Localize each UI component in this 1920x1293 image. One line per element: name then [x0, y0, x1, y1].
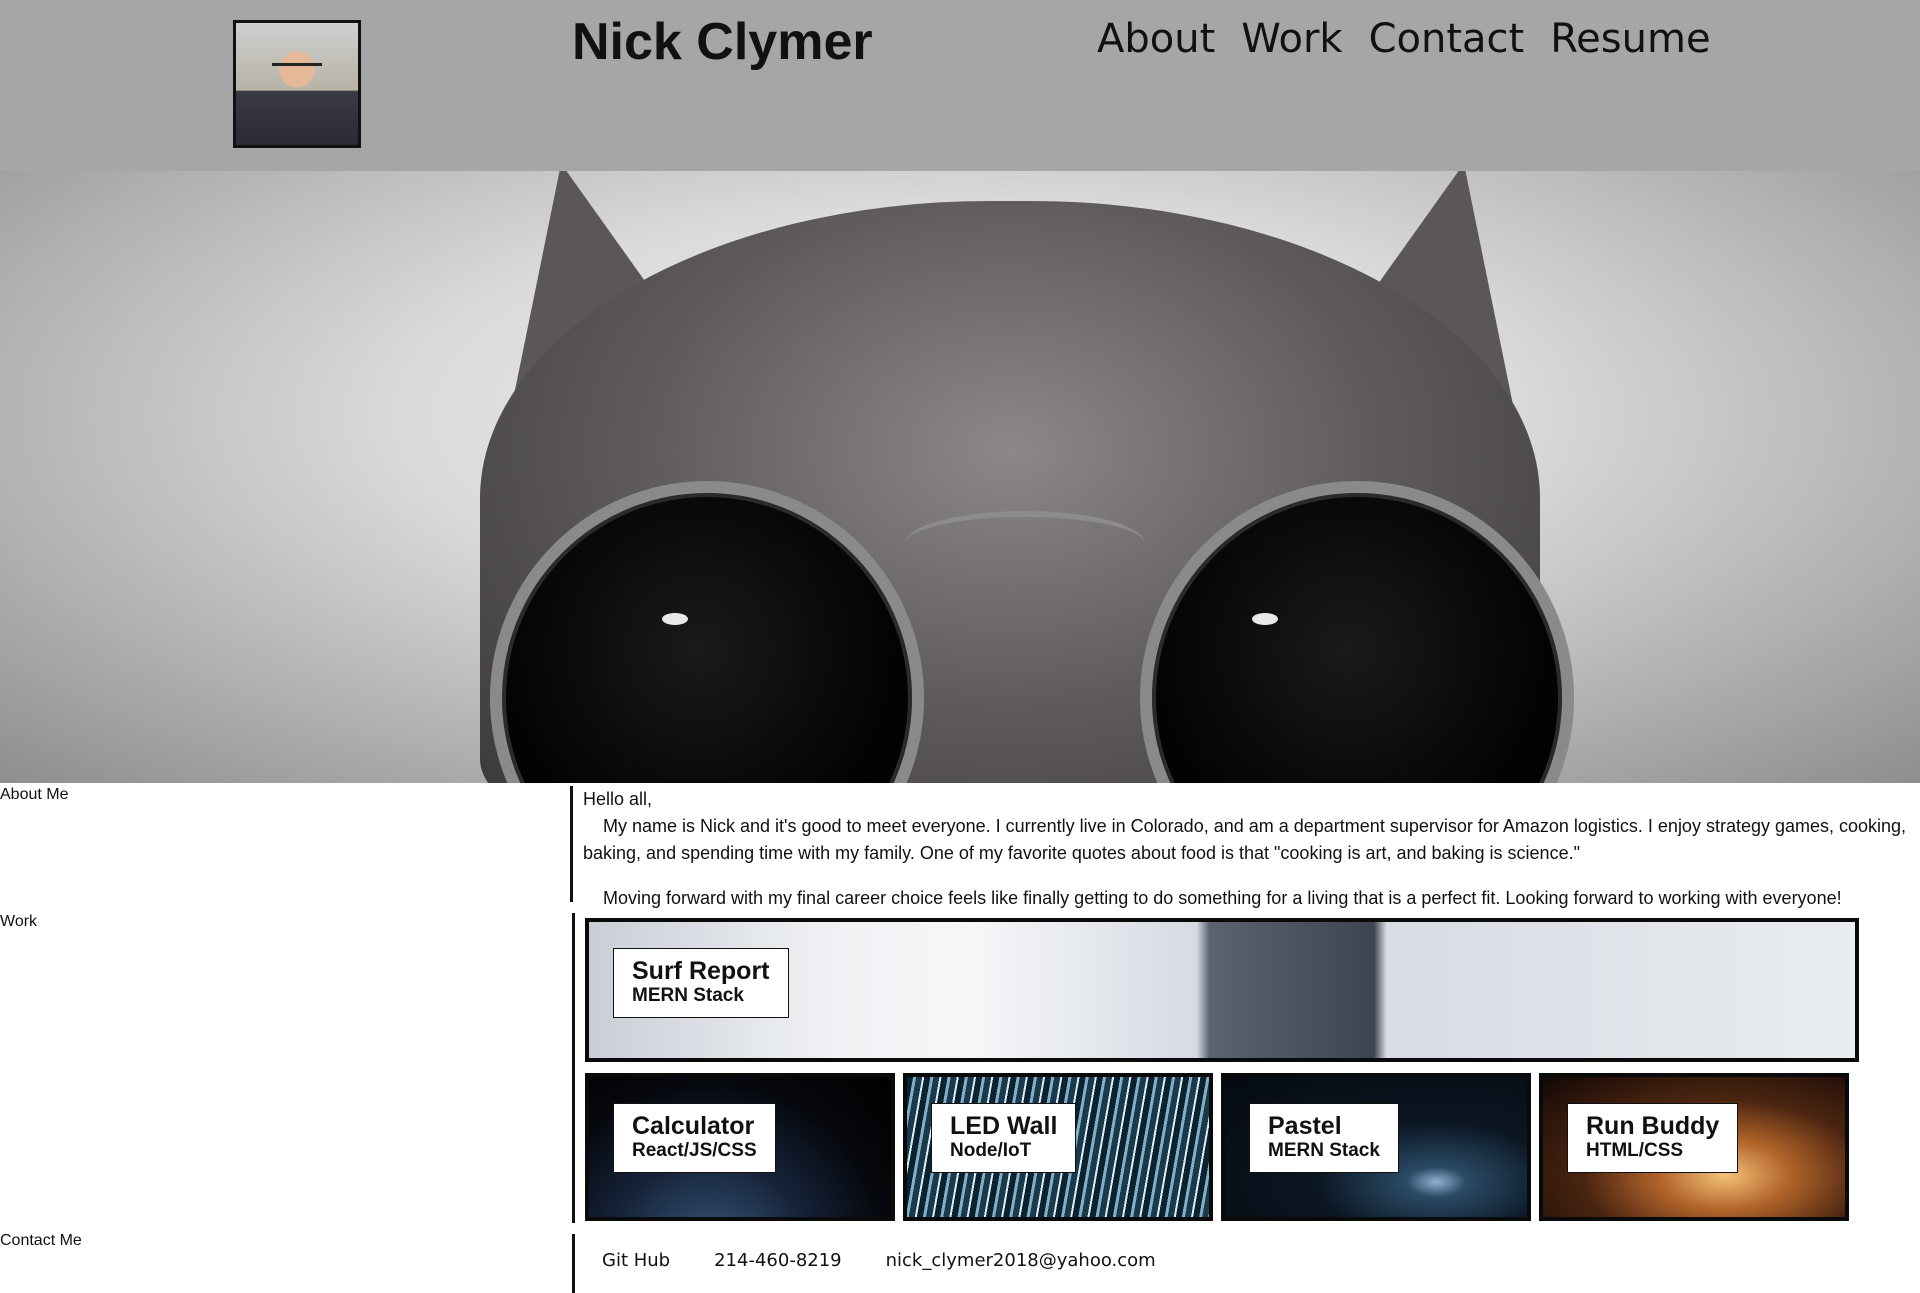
hero-banner-image — [0, 171, 1920, 783]
nav-work[interactable]: Work — [1241, 16, 1342, 62]
project-stack: MERN Stack — [632, 985, 744, 1006]
about-divider — [570, 786, 573, 902]
project-name: Calculator — [632, 1112, 755, 1140]
nav-resume[interactable]: Resume — [1550, 16, 1710, 62]
email-link[interactable]: nick_clymer2018@yahoo.com — [886, 1250, 1156, 1271]
project-label: LED Wall Node/IoT — [931, 1103, 1077, 1173]
work-section-label: Work — [0, 913, 38, 930]
contact-divider — [572, 1234, 575, 1293]
project-card-run-buddy[interactable]: Run Buddy HTML/CSS — [1539, 1073, 1849, 1221]
project-label: Calculator React/JS/CSS — [613, 1103, 776, 1173]
project-stack: HTML/CSS — [1586, 1140, 1684, 1161]
about-paragraph-2: Moving forward with my final career choi… — [603, 888, 1842, 908]
project-label: Surf Report MERN Stack — [613, 948, 789, 1018]
work-divider — [572, 913, 575, 1223]
project-name: Pastel — [1268, 1112, 1342, 1140]
project-stack: Node/IoT — [950, 1140, 1032, 1161]
glasses-detail — [272, 63, 322, 78]
about-section-label: About Me — [0, 786, 69, 803]
project-stack: MERN Stack — [1268, 1140, 1380, 1161]
lens-glint — [1252, 613, 1278, 625]
project-label: Run Buddy HTML/CSS — [1567, 1103, 1739, 1173]
project-card-calculator[interactable]: Calculator React/JS/CSS — [585, 1073, 895, 1221]
project-label: Pastel MERN Stack — [1249, 1103, 1399, 1173]
sunglasses-bridge — [905, 511, 1145, 577]
project-card-surf-report[interactable]: Surf Report MERN Stack — [585, 918, 1859, 1062]
main-nav: About Work Contact Resume — [1097, 16, 1711, 62]
phone-link[interactable]: 214-460-8219 — [714, 1250, 842, 1271]
project-card-pastel[interactable]: Pastel MERN Stack — [1221, 1073, 1531, 1221]
project-name: Surf Report — [632, 957, 770, 985]
project-name: LED Wall — [950, 1112, 1058, 1140]
contact-links: Git Hub 214-460-8219 nick_clymer2018@yah… — [602, 1250, 1156, 1271]
project-stack: React/JS/CSS — [632, 1140, 757, 1161]
site-title: Nick Clymer — [572, 13, 873, 71]
nav-contact[interactable]: Contact — [1369, 16, 1525, 62]
github-link[interactable]: Git Hub — [602, 1250, 670, 1271]
nav-about[interactable]: About — [1097, 16, 1215, 62]
about-paragraph-1: My name is Nick and it's good to meet ev… — [583, 816, 1907, 863]
contact-section-label: Contact Me — [0, 1232, 82, 1249]
lens-glint — [662, 613, 688, 625]
profile-photo — [233, 20, 361, 148]
about-text: Hello all, My name is Nick and it's good… — [583, 786, 1913, 912]
project-card-led-wall[interactable]: LED Wall Node/IoT — [903, 1073, 1213, 1221]
site-header: Nick Clymer About Work Contact Resume — [0, 0, 1920, 171]
project-name: Run Buddy — [1586, 1112, 1720, 1140]
about-greeting: Hello all, — [583, 789, 653, 809]
